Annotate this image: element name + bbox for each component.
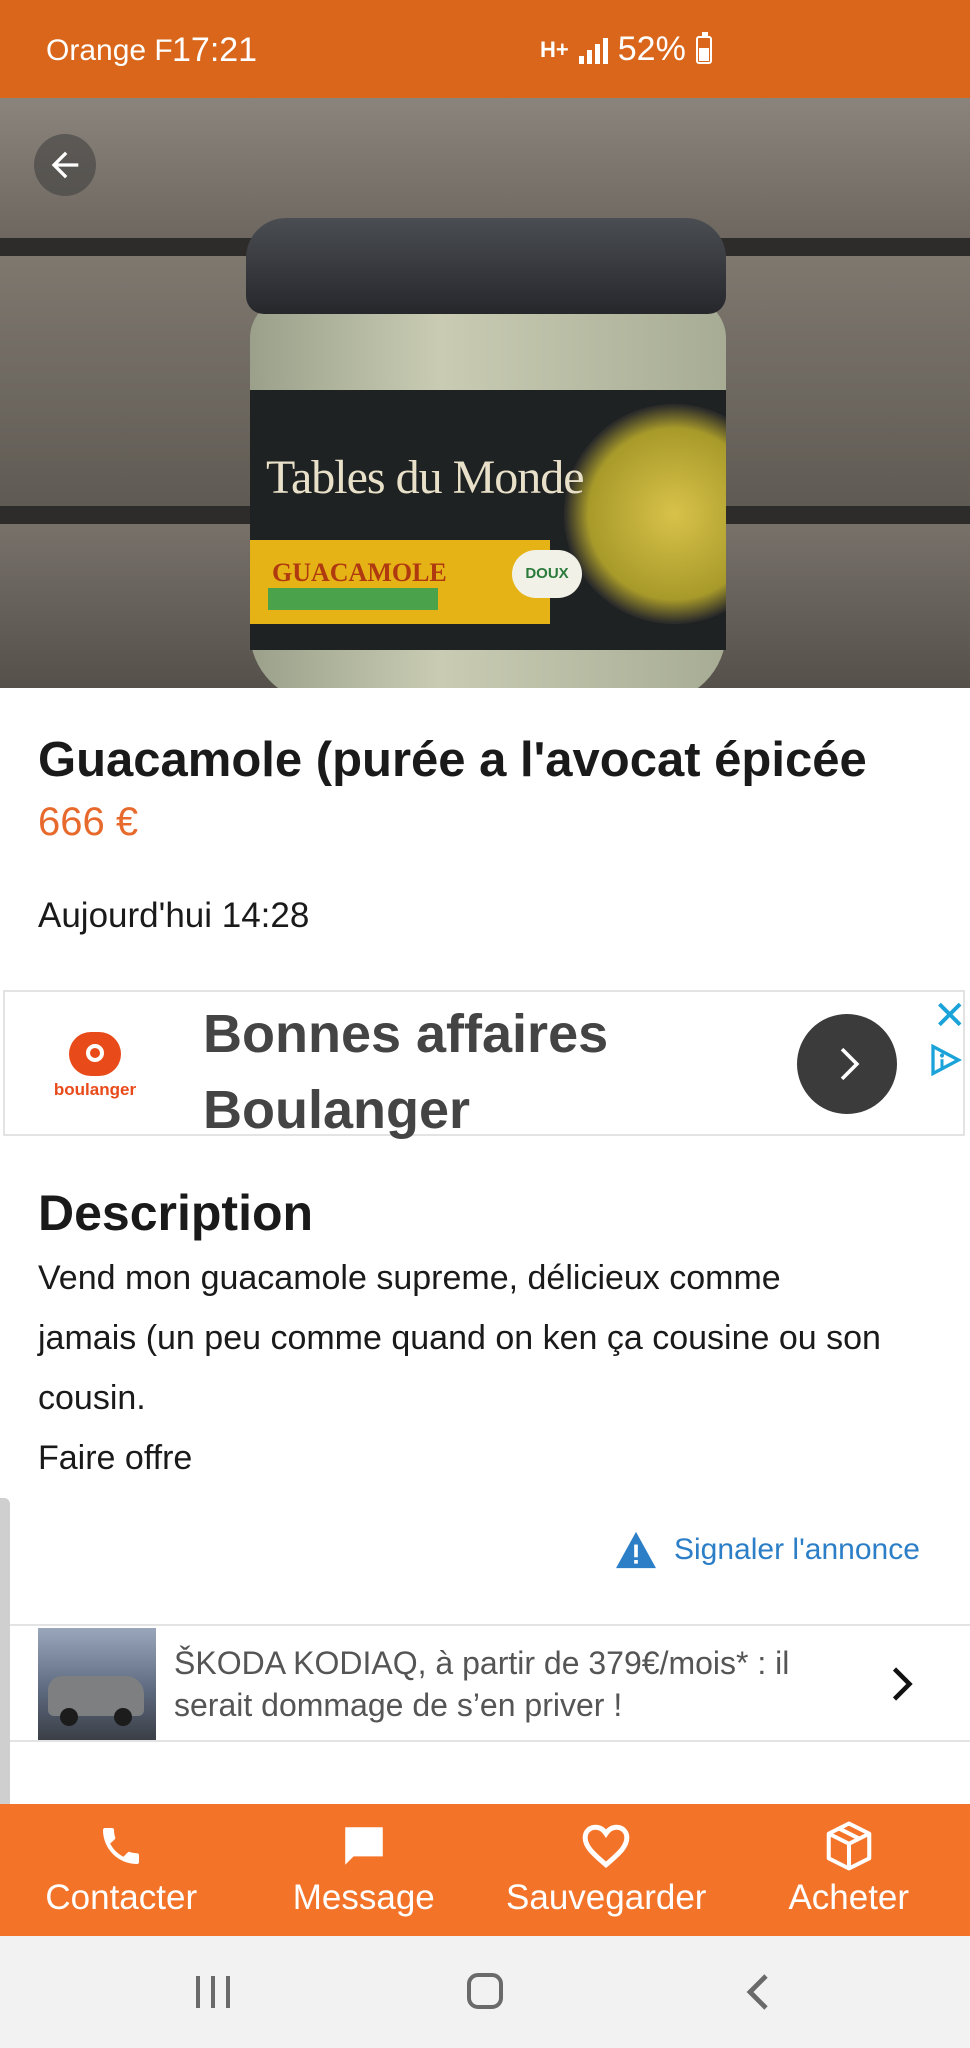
phone-icon (103, 1828, 140, 1864)
save-button[interactable]: Sauvegarder (485, 1804, 728, 1936)
car-thumbnail (38, 1628, 156, 1740)
save-label: Sauvegarder (506, 1878, 707, 1917)
heart-icon (582, 1824, 630, 1869)
system-nav-bar (0, 1936, 970, 2048)
ad-open-button[interactable] (797, 1014, 897, 1114)
carrier-name: Orange F (46, 34, 173, 67)
jar-badge: DOUX (512, 550, 582, 598)
jar-product-text: GUACAMOLE (272, 558, 447, 587)
message-label: Message (292, 1878, 435, 1917)
chevron-right-icon (840, 1047, 860, 1081)
message-button[interactable]: Message (243, 1804, 486, 1936)
signal-icon (578, 36, 608, 64)
ad-headline: Bonnes affaires Boulanger (203, 1004, 609, 1140)
boulanger-logo: boulanger (45, 1032, 145, 1100)
warning-icon (616, 1531, 656, 1569)
buy-button[interactable]: Acheter (728, 1804, 970, 1936)
battery-icon (695, 31, 712, 64)
arrow-left-icon (51, 151, 79, 179)
sponsored-ad[interactable]: ŠKODA KODIAQ, à partir de 379€/mois* : i… (0, 1624, 970, 1742)
chevron-right-icon (892, 1667, 913, 1701)
action-bar: Contacter Message Sauvegarder Acheter (0, 1804, 970, 1936)
ad-banner[interactable]: boulanger Bonnes affaires Boulanger ✕ (3, 990, 967, 1140)
listing-price: 666 € (38, 800, 139, 844)
back-button[interactable] (34, 134, 96, 196)
adchoices-icon[interactable] (927, 1042, 963, 1078)
wood-plank (0, 98, 970, 238)
contact-label: Contacter (45, 1878, 198, 1917)
network-type-icon: H+ (540, 36, 569, 62)
listing-date: Aujourd'hui 14:28 (38, 896, 310, 935)
report-label: Signaler l'annonce (674, 1533, 920, 1566)
photo-carousel[interactable]: Tables du Monde GUACAMOLE DOUX (0, 98, 970, 688)
jar-brand-text: Tables du Monde (266, 451, 585, 504)
sponsored-text: ŠKODA KODIAQ, à partir de 379€/mois* : i… (174, 1645, 790, 1723)
description-heading: Description (38, 1185, 314, 1241)
back-nav-icon[interactable] (744, 1972, 770, 2012)
recent-apps-button[interactable] (196, 1976, 230, 2008)
ad-close-icon[interactable]: ✕ (933, 996, 967, 1036)
status-indicators: H+ 52% (540, 30, 712, 69)
jar-lid (246, 218, 726, 314)
status-bar: Orange F 17:21 H+ 52% (0, 0, 970, 98)
listing-title: Guacamole (purée a l'avocat épicée (38, 733, 867, 787)
battery-percent: 52% (617, 30, 686, 68)
guacamole-bowl-image (564, 404, 726, 624)
contact-button[interactable]: Contacter (0, 1804, 243, 1936)
buy-label: Acheter (788, 1878, 910, 1917)
jar-label: Tables du Monde GUACAMOLE DOUX (250, 390, 726, 650)
package-icon (826, 1821, 872, 1871)
status-time: 17:21 (172, 31, 258, 69)
message-icon (345, 1827, 383, 1865)
home-button[interactable] (467, 1973, 503, 2009)
report-listing-link[interactable]: Signaler l'annonce (614, 1530, 920, 1570)
description-text: Vend mon guacamole supreme, délicieux co… (38, 1259, 881, 1477)
location-heading: La localisation (38, 1788, 385, 1804)
